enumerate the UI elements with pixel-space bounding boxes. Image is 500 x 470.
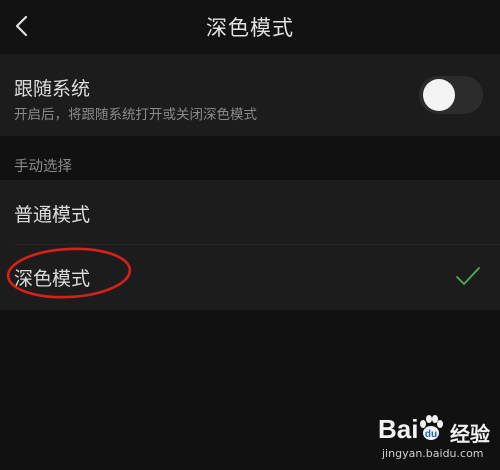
- baidu-jingyan-watermark: Bai du 经验 jingyan.baidu.com: [378, 414, 496, 466]
- dark-mode-settings-screen: 深色模式 跟随系统 开启后，将跟随系统打开或关闭深色模式 手动选择 普通模式 深…: [0, 0, 500, 470]
- manual-section-label: 手动选择: [14, 159, 72, 175]
- option-dark-mode-label: 深色模式: [14, 268, 91, 290]
- checkmark-icon: [456, 267, 480, 285]
- toggle-knob: [423, 79, 455, 111]
- follow-system-toggle[interactable]: [419, 76, 483, 114]
- svg-text:du: du: [425, 429, 437, 440]
- page-title: 深色模式: [206, 16, 294, 40]
- follow-system-description: 开启后，将跟随系统打开或关闭深色模式: [14, 107, 257, 123]
- watermark-url: jingyan.baidu.com: [382, 447, 484, 460]
- mode-options-list: 普通模式 深色模式: [0, 180, 500, 310]
- top-bar: 深色模式: [0, 0, 500, 52]
- paw-icon: du: [420, 415, 443, 440]
- follow-system-title: 跟随系统: [14, 78, 91, 100]
- option-dark-mode[interactable]: 深色模式: [0, 244, 500, 308]
- watermark-suffix: 经验: [450, 422, 490, 446]
- option-normal-mode[interactable]: 普通模式: [0, 180, 500, 244]
- watermark-logo-text: Bai: [378, 414, 419, 444]
- option-normal-mode-label: 普通模式: [14, 204, 91, 226]
